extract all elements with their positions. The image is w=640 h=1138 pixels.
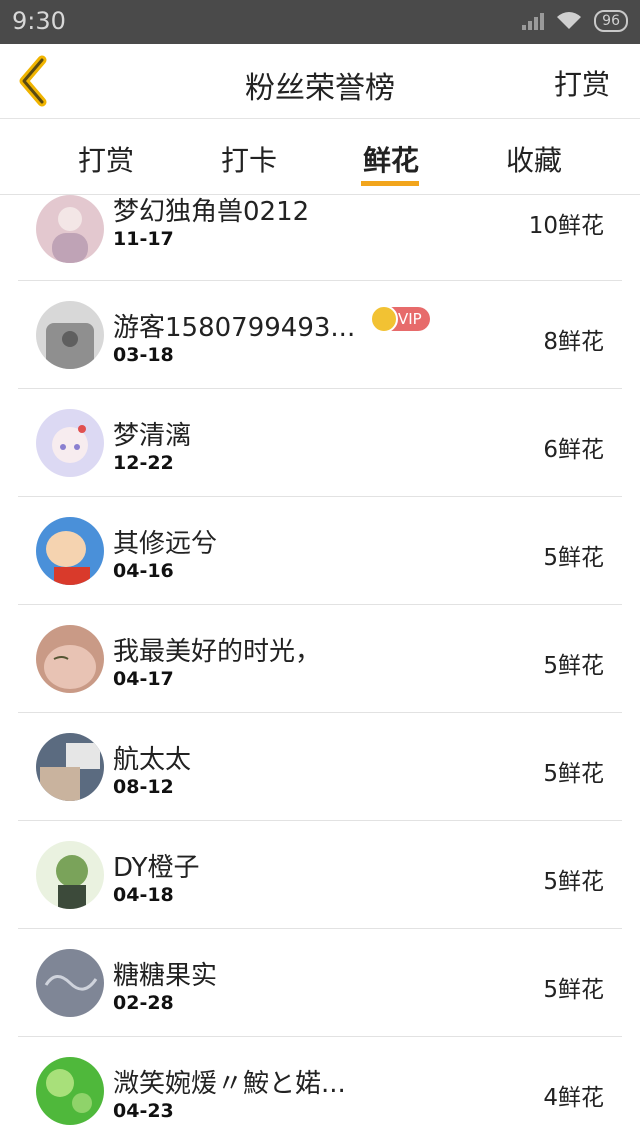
tab-flowers[interactable]: 鲜花 [341, 139, 441, 179]
avatar [36, 949, 104, 1017]
flower-count: 4鲜花 [543, 1085, 604, 1111]
flower-count: 5鲜花 [543, 761, 604, 787]
list-item[interactable]: 其修远兮 04-16 5鲜花 [0, 497, 640, 605]
fan-date: 03-18 [113, 344, 174, 366]
fan-date: 04-17 [113, 668, 174, 690]
list-item[interactable]: DY橙子 04-18 5鲜花 [0, 821, 640, 929]
reward-button[interactable]: 打赏 [554, 63, 610, 103]
crown-icon [370, 305, 398, 333]
fan-date: 08-12 [113, 776, 174, 798]
fan-date: 04-16 [113, 560, 174, 582]
fan-name: 其修远兮 [113, 529, 218, 559]
tab-favorites[interactable]: 收藏 [484, 139, 584, 179]
flower-count: 5鲜花 [543, 869, 604, 895]
tab-checkin[interactable]: 打卡 [199, 139, 299, 179]
fan-name: 航太太 [113, 745, 192, 775]
avatar [36, 841, 104, 909]
avatar [36, 1057, 104, 1125]
fan-date: 02-28 [113, 992, 174, 1014]
flower-count: 5鲜花 [543, 977, 604, 1003]
fan-list: 梦幻独角兽0212 11-17 10鲜花 游客1580799493... VIP… [0, 195, 640, 1138]
list-item[interactable]: 我最美好的时光， 04-17 5鲜花 [0, 605, 640, 713]
list-item[interactable]: 梦清漓 12-22 6鲜花 [0, 389, 640, 497]
tab-bar: 打赏 打卡 鲜花 收藏 [0, 119, 640, 195]
avatar [36, 625, 104, 693]
fan-name: 溦笑婉煖〃鮟と婼... [113, 1069, 346, 1099]
flower-count: 8鲜花 [543, 329, 604, 355]
status-time: 9:30 [12, 7, 66, 35]
flower-count: 10鲜花 [528, 213, 604, 239]
list-item[interactable]: 游客1580799493... VIP 03-18 8鲜花 [0, 281, 640, 389]
avatar [36, 733, 104, 801]
fan-name: DY橙子 [113, 853, 200, 883]
avatar [36, 517, 104, 585]
list-item[interactable]: 糖糖果实 02-28 5鲜花 [0, 929, 640, 1037]
fan-name: 梦清漓 [113, 421, 192, 451]
list-item[interactable]: 溦笑婉煖〃鮟と婼... 04-23 4鲜花 [0, 1037, 640, 1138]
flower-count: 6鲜花 [543, 437, 604, 463]
battery-icon: 96 [594, 10, 628, 32]
status-bar: 9:30 96 [0, 0, 640, 44]
fan-date: 12-22 [113, 452, 174, 474]
flower-count: 5鲜花 [543, 653, 604, 679]
list-item[interactable]: 航太太 08-12 5鲜花 [0, 713, 640, 821]
fan-date: 04-18 [113, 884, 174, 906]
fan-name: 游客1580799493... [113, 313, 356, 343]
status-icons: 96 [522, 10, 628, 32]
active-tab-indicator [361, 181, 419, 186]
fan-name: 糖糖果实 [113, 961, 218, 991]
flower-count: 5鲜花 [543, 545, 604, 571]
avatar [36, 195, 104, 263]
avatar [36, 301, 104, 369]
fan-date: 11-17 [113, 228, 174, 250]
fan-name: 梦幻独角兽0212 [113, 197, 310, 227]
nav-bar: 粉丝荣誉榜 打赏 [0, 44, 640, 119]
vip-badge: VIP [370, 305, 430, 333]
list-item[interactable]: 梦幻独角兽0212 11-17 10鲜花 [0, 195, 640, 281]
fan-date: 04-23 [113, 1100, 174, 1122]
fan-name: 我最美好的时光， [113, 637, 322, 667]
wifi-icon [557, 12, 582, 29]
tab-reward[interactable]: 打赏 [56, 139, 156, 179]
signal-icon [522, 12, 545, 30]
page-title: 粉丝荣誉榜 [245, 71, 395, 106]
avatar [36, 409, 104, 477]
vip-label: VIP [398, 310, 422, 328]
